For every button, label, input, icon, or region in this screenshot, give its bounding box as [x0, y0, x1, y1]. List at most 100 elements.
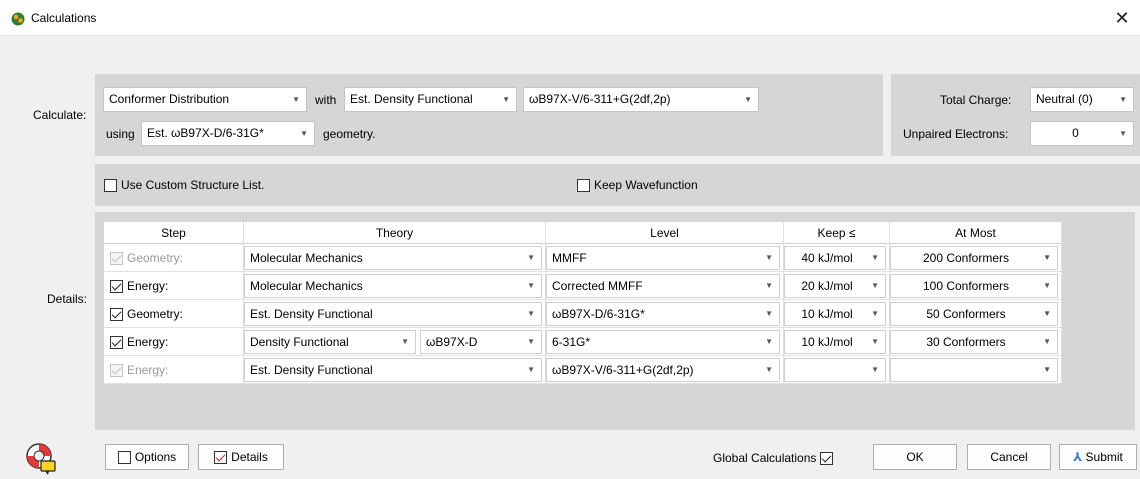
table-row-at-most: ▼: [890, 356, 1062, 384]
checkbox-icon: [110, 364, 123, 378]
table-row-level: Corrected MMFF ▼: [546, 272, 784, 300]
details-button[interactable]: Details: [198, 444, 284, 470]
theory-dropdown[interactable]: Est. Density Functional ▼: [244, 302, 542, 326]
geometry-dropdown[interactable]: Est. ωB97X-D/6-31G* ▼: [141, 121, 315, 146]
chevron-down-icon: ▼: [871, 253, 879, 262]
keep-dropdown[interactable]: 20 kJ/mol ▼: [784, 274, 886, 298]
total-charge-dropdown[interactable]: Neutral (0) ▼: [1030, 87, 1134, 112]
lifebuoy-help-icon[interactable]: [24, 442, 60, 476]
table-row-step: Geometry:: [104, 244, 244, 272]
unpaired-electrons-dropdown[interactable]: 0 ▼: [1030, 121, 1134, 146]
details-label: Details:: [47, 292, 88, 306]
checkbox-icon: [110, 280, 123, 294]
table-row-keep: 20 kJ/mol ▼: [784, 272, 890, 300]
calculate-label: Calculate:: [33, 108, 87, 122]
header-at-most: At Most: [890, 222, 1062, 244]
unpaired-electrons-label: Unpaired Electrons:: [903, 127, 1009, 141]
chevron-down-icon: ▼: [765, 365, 773, 374]
table-row-level: MMFF ▼: [546, 244, 784, 272]
checkbox-icon: [104, 179, 117, 193]
at-most-dropdown[interactable]: 50 Conformers ▼: [890, 302, 1058, 326]
chevron-down-icon: ▼: [527, 337, 535, 346]
step-checkbox[interactable]: Geometry:: [110, 307, 183, 322]
table-row-step: Energy:: [104, 328, 244, 356]
table-row-at-most: 200 Conformers ▼: [890, 244, 1062, 272]
chevron-down-icon: ▼: [765, 253, 773, 262]
keep-wavefunction-checkbox[interactable]: Keep Wavefunction: [577, 178, 698, 193]
calculation-type-dropdown[interactable]: Conformer Distribution ▼: [103, 87, 307, 112]
chevron-down-icon: ▼: [1043, 281, 1051, 290]
details-table: Step Theory Level Keep ≤ At Most Geometr…: [104, 222, 1062, 392]
chevron-down-icon: ▼: [1043, 337, 1051, 346]
chevron-down-icon: ▼: [527, 365, 535, 374]
at-most-dropdown[interactable]: ▼: [890, 358, 1058, 382]
method-dropdown[interactable]: Est. Density Functional ▼: [344, 87, 517, 112]
chevron-down-icon: ▼: [871, 281, 879, 290]
table-row-theory: Est. Density Functional ▼: [244, 356, 546, 384]
at-most-dropdown[interactable]: 200 Conformers ▼: [890, 246, 1058, 270]
level-dropdown[interactable]: 6-31G* ▼: [546, 330, 780, 354]
ok-button[interactable]: OK: [873, 444, 957, 470]
chevron-down-icon: ▼: [1043, 309, 1051, 318]
step-checkbox: Energy:: [110, 363, 168, 378]
app-icon: [11, 12, 25, 26]
theory-dropdown[interactable]: Molecular Mechanics ▼: [244, 274, 542, 298]
functional-dropdown[interactable]: ωB97X-D ▼: [420, 330, 542, 354]
chevron-down-icon: ▼: [744, 95, 752, 104]
chevron-down-icon: ▼: [1119, 129, 1127, 138]
level-dropdown[interactable]: ωB97X-D/6-31G* ▼: [546, 302, 780, 326]
custom-structure-checkbox[interactable]: Use Custom Structure List.: [104, 178, 264, 193]
level-dropdown[interactable]: MMFF ▼: [546, 246, 780, 270]
theory-dropdown[interactable]: Est. Density Functional ▼: [244, 358, 542, 382]
cancel-button[interactable]: Cancel: [967, 444, 1051, 470]
chevron-down-icon: ▼: [871, 309, 879, 318]
chevron-down-icon: ▼: [527, 281, 535, 290]
using-label: using: [106, 127, 135, 141]
table-row-level: ωB97X-V/6-311+G(2df,2p) ▼: [546, 356, 784, 384]
table-row-step: Energy:: [104, 356, 244, 384]
step-checkbox[interactable]: Energy:: [110, 335, 168, 350]
keep-dropdown[interactable]: 10 kJ/mol ▼: [784, 330, 886, 354]
chevron-down-icon: ▼: [871, 337, 879, 346]
global-calculations-checkbox[interactable]: Global Calculations: [713, 451, 834, 466]
close-icon[interactable]: ✕: [1110, 6, 1134, 30]
table-row-theory: Est. Density Functional ▼: [244, 300, 546, 328]
table-row-theory: Molecular Mechanics ▼: [244, 244, 546, 272]
chevron-down-icon: ▼: [300, 129, 308, 138]
step-checkbox[interactable]: Energy:: [110, 279, 168, 294]
table-row-level: 6-31G* ▼: [546, 328, 784, 356]
level-dropdown[interactable]: ωB97X-V/6-311+G(2df,2p) ▼: [546, 358, 780, 382]
table-row-at-most: 50 Conformers ▼: [890, 300, 1062, 328]
basis-dropdown[interactable]: ωB97X-V/6-311+G(2df,2p) ▼: [523, 87, 759, 112]
keep-dropdown[interactable]: 40 kJ/mol ▼: [784, 246, 886, 270]
theory-dropdown[interactable]: Density Functional ▼: [244, 330, 416, 354]
header-theory: Theory: [244, 222, 546, 244]
table-row-step: Energy:: [104, 272, 244, 300]
options-button[interactable]: Options: [105, 444, 189, 470]
table-row-step: Geometry:: [104, 300, 244, 328]
table-row-keep: 10 kJ/mol ▼: [784, 300, 890, 328]
total-charge-label: Total Charge:: [940, 93, 1012, 107]
table-row-level: ωB97X-D/6-31G* ▼: [546, 300, 784, 328]
chevron-down-icon: ▼: [765, 281, 773, 290]
checkbox-icon: [110, 336, 123, 350]
checkbox-icon: [577, 179, 590, 193]
chevron-down-icon: ▼: [871, 365, 879, 374]
table-row-at-most: 100 Conformers ▼: [890, 272, 1062, 300]
at-most-dropdown[interactable]: 30 Conformers ▼: [890, 330, 1058, 354]
level-dropdown[interactable]: Corrected MMFF ▼: [546, 274, 780, 298]
table-row-keep: 40 kJ/mol ▼: [784, 244, 890, 272]
at-most-dropdown[interactable]: 100 Conformers ▼: [890, 274, 1058, 298]
submit-button[interactable]: ⅄ Submit: [1059, 444, 1137, 470]
title-bar: Calculations ✕: [0, 0, 1140, 36]
checkbox-icon: [117, 451, 131, 465]
theory-dropdown[interactable]: Molecular Mechanics ▼: [244, 246, 542, 270]
checkbox-icon: [214, 451, 228, 465]
keep-dropdown[interactable]: 10 kJ/mol ▼: [784, 302, 886, 326]
chevron-down-icon: ▼: [1043, 253, 1051, 262]
table-row-keep: ▼: [784, 356, 890, 384]
window-title: Calculations: [31, 11, 97, 25]
chevron-down-icon: ▼: [765, 337, 773, 346]
header-keep: Keep ≤: [784, 222, 890, 244]
keep-dropdown[interactable]: ▼: [784, 358, 886, 382]
